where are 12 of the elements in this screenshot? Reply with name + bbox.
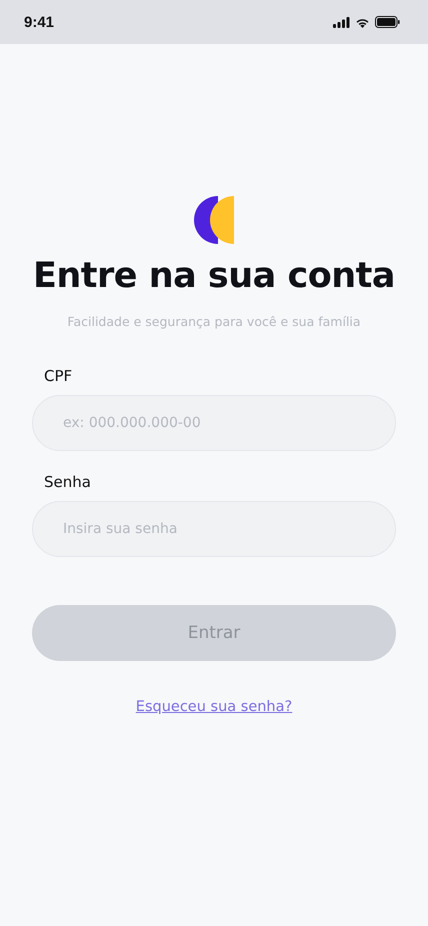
input-field[interactable]: ex: 000.000.000-00 bbox=[32, 395, 396, 451]
clock-time: 9:41 bbox=[24, 14, 54, 30]
input-field[interactable]: Insira sua senha bbox=[32, 501, 396, 557]
page-title: Entre na sua conta bbox=[32, 256, 396, 296]
logo-icon bbox=[194, 196, 234, 244]
field-label: CPF bbox=[43, 367, 74, 385]
battery-icon bbox=[375, 16, 400, 28]
subtitle: Facilidade e segurança para você e sua família bbox=[67, 314, 361, 329]
signal-icon bbox=[333, 16, 350, 28]
forgot-password-link[interactable]: Esqueceu sua senha? bbox=[136, 699, 292, 715]
wifi-icon bbox=[355, 16, 370, 28]
field-label: Senha bbox=[43, 473, 92, 491]
